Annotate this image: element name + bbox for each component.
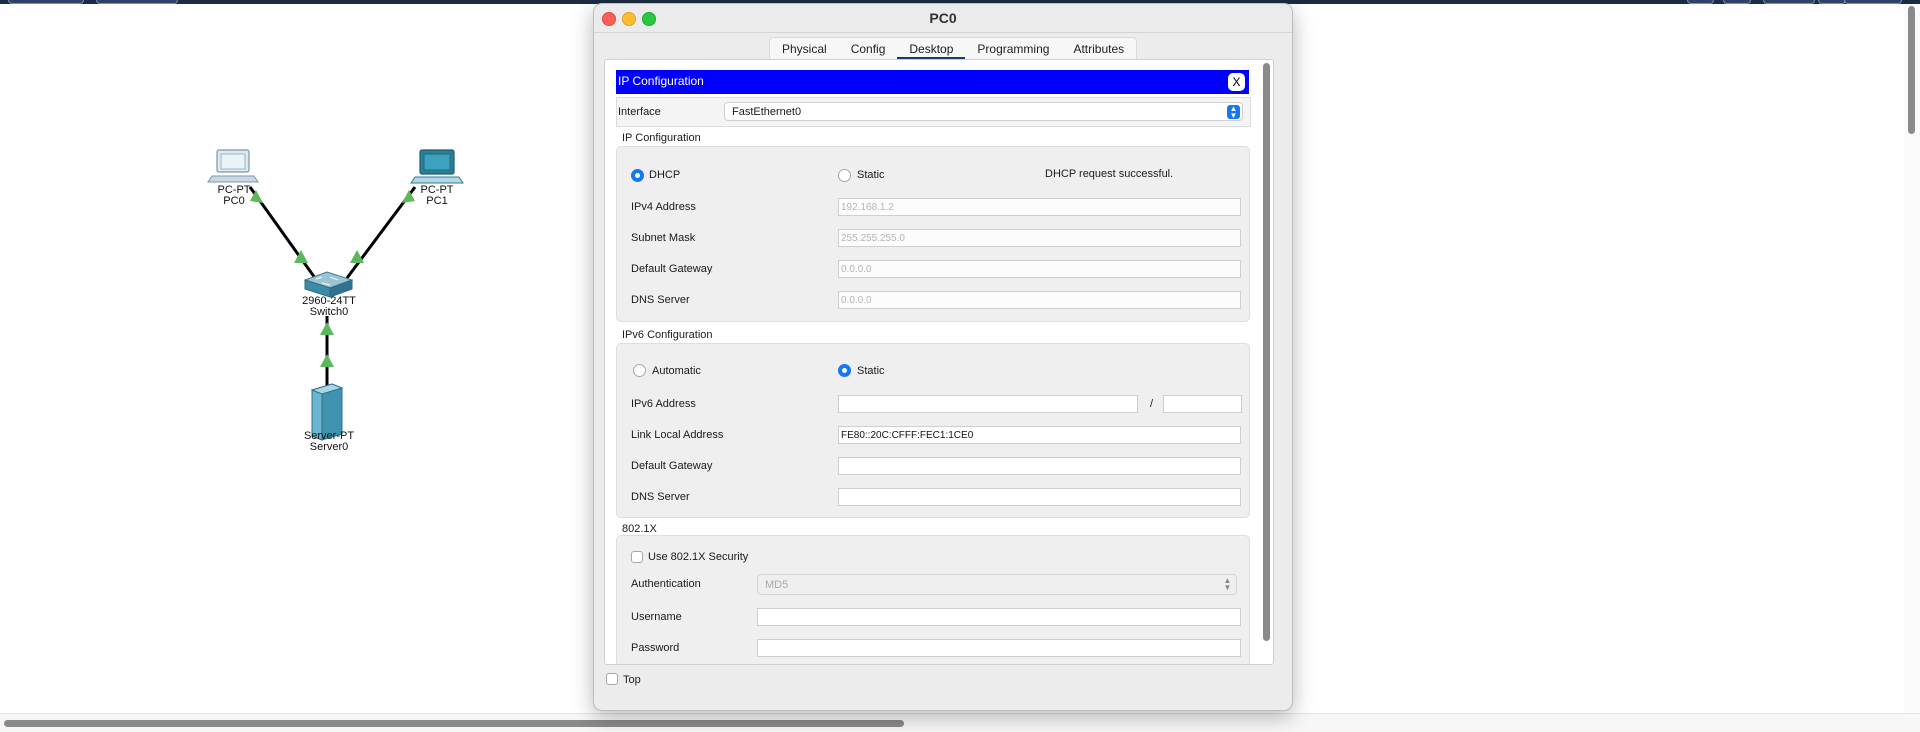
password-label: Password	[631, 642, 680, 654]
device-name-label: Server0	[309, 441, 349, 453]
pc0-window: PC0 Physical Config Desktop Programming …	[593, 3, 1293, 711]
ipv6-address-field[interactable]	[838, 395, 1138, 413]
pc0-device-icon	[207, 149, 259, 183]
ipv6-static-label: Static	[857, 365, 885, 377]
dot1x-section-title: 802.1X	[622, 523, 657, 535]
scrollbar-thumb[interactable]	[1263, 63, 1270, 641]
desktop-app-pane: IP Configuration X Interface FastEtherne…	[604, 59, 1274, 665]
ipv6-group: Automatic Static IPv6 Address / Link Loc…	[616, 343, 1250, 518]
pane-vertical-scrollbar[interactable]	[1262, 63, 1271, 661]
device-name-label: Switch0	[309, 306, 349, 318]
ip-config-titlebar: IP Configuration X	[616, 70, 1249, 94]
tab-desktop[interactable]: Desktop	[897, 38, 965, 60]
pc1-device-icon	[410, 149, 464, 184]
ipv6-static-radio[interactable]	[838, 364, 851, 377]
ipv4-gateway-field[interactable]: 0.0.0.0	[838, 260, 1241, 278]
ipv6-section-title: IPv6 Configuration	[622, 329, 713, 341]
dhcp-radio[interactable]	[631, 169, 644, 182]
switch0-label: 2960-24TT Switch0	[296, 296, 362, 318]
ipv6-address-label: IPv6 Address	[631, 398, 696, 410]
chevron-up-down-icon: ▲ ▼	[1223, 576, 1232, 592]
window-titlebar[interactable]: PC0	[594, 4, 1292, 33]
ipv6-dns-field[interactable]	[838, 488, 1241, 506]
ipv4-gateway-label: Default Gateway	[631, 263, 713, 275]
interface-label: Interface	[618, 106, 661, 118]
server0-label: Server-PT Server0	[296, 431, 362, 453]
close-app-button[interactable]: X	[1228, 73, 1245, 91]
ipv6-dns-label: DNS Server	[631, 491, 690, 503]
scrollbar-thumb[interactable]	[1908, 6, 1915, 134]
prefix-separator: /	[1150, 398, 1154, 410]
ip-config-title: IP Configuration	[618, 74, 704, 88]
interface-value: FastEthernet0	[732, 106, 802, 118]
ipv4-group: DHCP Static DHCP request successful. IPv…	[616, 146, 1250, 322]
ipv4-address-label: IPv4 Address	[631, 201, 696, 213]
static-ipv4-radio[interactable]	[838, 169, 851, 182]
ipv4-section-title: IP Configuration	[622, 132, 701, 144]
authentication-label: Authentication	[631, 578, 701, 590]
link-up-arrow	[320, 322, 334, 335]
interface-row: Interface FastEthernet0 ▲ ▼	[616, 97, 1251, 127]
ipv4-dns-field[interactable]: 0.0.0.0	[838, 291, 1241, 309]
ipv6-prefix-field[interactable]	[1163, 395, 1242, 413]
interface-select[interactable]: FastEthernet0 ▲ ▼	[724, 102, 1243, 121]
authentication-value: MD5	[765, 579, 789, 591]
workspace-vertical-scrollbar[interactable]	[1904, 4, 1920, 713]
scrollbar-thumb[interactable]	[4, 720, 904, 727]
static-ipv4-label: Static	[857, 169, 885, 181]
topology-canvas	[207, 149, 464, 441]
dhcp-label: DHCP	[649, 169, 681, 181]
top-checkbox[interactable]	[606, 673, 618, 685]
chevron-up-down-icon: ▲ ▼	[1227, 105, 1240, 120]
link-local-address-field[interactable]: FE80::20C:CFFF:FEC1:1CE0	[838, 426, 1241, 444]
window-title: PC0	[929, 10, 957, 26]
device-name-label: PC1	[426, 195, 448, 207]
tab-physical[interactable]: Physical	[770, 38, 839, 60]
username-label: Username	[631, 611, 682, 623]
subnet-mask-label: Subnet Mask	[631, 232, 696, 244]
ipv4-dns-label: DNS Server	[631, 294, 690, 306]
ipv6-automatic-label: Automatic	[652, 365, 701, 377]
tab-config[interactable]: Config	[839, 38, 898, 60]
ipv4-address-field[interactable]: 192.168.1.2	[838, 198, 1241, 216]
username-field[interactable]	[757, 608, 1241, 626]
tab-attributes[interactable]: Attributes	[1061, 38, 1136, 60]
top-label: Top	[623, 674, 641, 686]
tab-programming[interactable]: Programming	[965, 38, 1061, 60]
use-8021x-checkbox[interactable]	[631, 551, 643, 563]
pc1-label: PC-PT PC1	[415, 185, 459, 207]
authentication-select[interactable]: MD5 ▲ ▼	[757, 574, 1237, 595]
dhcp-status-text: DHCP request successful.	[1045, 168, 1174, 180]
pc0-label: PC-PT PC0	[212, 185, 256, 207]
ipv6-gateway-label: Default Gateway	[631, 460, 713, 472]
link-up-arrow	[320, 354, 334, 367]
ipv6-gateway-field[interactable]	[838, 457, 1241, 475]
password-field[interactable]	[757, 639, 1241, 657]
use-8021x-label: Use 802.1X Security	[648, 551, 749, 563]
device-tabs: Physical Config Desktop Programming Attr…	[769, 37, 1138, 61]
subnet-mask-field[interactable]: 255.255.255.0	[838, 229, 1241, 247]
dot1x-group: Use 802.1X Security Authentication MD5 ▲…	[616, 535, 1250, 664]
workspace-horizontal-scrollbar[interactable]	[0, 713, 1920, 732]
ipv6-automatic-radio[interactable]	[633, 364, 646, 377]
link-local-address-label: Link Local Address	[631, 429, 724, 441]
device-name-label: PC0	[223, 195, 245, 207]
